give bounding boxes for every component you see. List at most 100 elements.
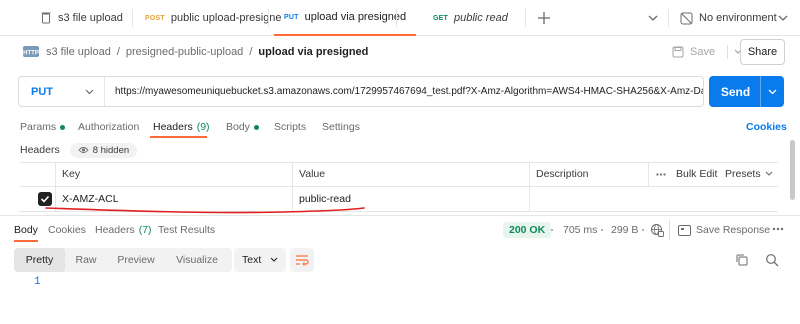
tab-label: Headers [95,224,135,236]
tab-authorization[interactable]: Authorization [78,117,139,137]
url-input[interactable]: https://myawesomeuniquebucket.s3.amazona… [105,86,703,97]
tab-divider [396,9,397,27]
breadcrumb-item[interactable]: presigned-public-upload [126,46,243,58]
search-icon[interactable] [765,253,779,267]
format-pretty[interactable]: Pretty [14,248,65,272]
send-dropdown-icon[interactable] [760,76,784,107]
breadcrumb: HTTP s3 file upload / presigned-public-u… [22,43,368,61]
file-stack-icon [40,12,52,24]
share-button[interactable]: Share [740,39,785,65]
environment-label: No environment [699,12,777,24]
save-response-icon [678,224,691,236]
tab-count: (7) [138,224,152,236]
http-request-icon: HTTP [22,45,40,59]
active-tab-indicator [150,136,207,138]
wrap-lines-icon [295,254,309,266]
response-time[interactable]: 705 ms [563,222,597,238]
meta-dot [551,220,555,240]
tab-s3-file-upload[interactable]: s3 file upload [40,0,123,36]
copy-icon[interactable] [735,253,749,267]
column-header-key: Key [62,168,81,180]
tab-put-upload-via-presigned[interactable]: PUT upload via presigned [274,0,417,36]
more-options-icon[interactable] [772,222,784,236]
chevron-down-icon [85,89,94,95]
method-select[interactable]: PUT [19,77,105,106]
save-button[interactable]: Save [672,42,742,62]
tab-label: Headers [153,121,193,133]
format-preview[interactable]: Preview [107,248,165,272]
response-size[interactable]: 299 B [611,222,638,238]
language-value: Text [242,254,262,266]
line-number: 1 [34,276,41,288]
response-tab-headers[interactable]: Headers (7) [95,222,152,238]
annotation-underline [45,207,365,214]
meta-dot [601,220,605,240]
svg-text:HTTP: HTTP [23,51,39,57]
table-divider [529,162,530,212]
tab-method: GET [433,14,448,22]
column-header-description: Description [536,168,589,180]
headers-section-header: Headers 8 hidden [20,142,138,158]
chevron-down-icon[interactable] [648,14,658,22]
breadcrumb-item[interactable]: s3 file upload [46,46,111,58]
save-response-label: Save Response [696,224,771,236]
tab-count: (9) [196,121,210,133]
meta-divider [669,220,670,240]
tab-divider [668,9,669,27]
response-tab-test-results[interactable]: Test Results [158,222,215,238]
breadcrumb-current: upload via presigned [258,46,369,58]
hidden-count: 8 hidden [92,144,130,156]
tab-divider [268,9,269,27]
tab-scripts[interactable]: Scripts [274,117,306,137]
send-button[interactable]: Send [709,76,784,107]
table-divider [20,186,778,187]
tab-params[interactable]: Params [20,117,66,137]
headers-label: Headers [20,144,60,156]
tab-label: Settings [322,121,360,133]
plus-icon[interactable] [537,11,551,25]
tab-settings[interactable]: Settings [322,117,360,137]
scrollbar[interactable] [790,140,795,200]
save-response-button[interactable]: Save Response [678,222,770,238]
tab-label: Scripts [274,121,307,133]
tab-divider [525,9,526,27]
method-value: PUT [31,85,53,98]
response-tab-cookies[interactable]: Cookies [48,222,86,238]
status-badge[interactable]: 200 OK [503,222,552,238]
breadcrumb-separator: / [116,46,120,58]
has-content-dot [253,124,259,130]
language-select[interactable]: Text [234,248,286,272]
wrap-lines-button[interactable] [290,248,314,272]
tab-body[interactable]: Body [226,117,259,137]
bulk-edit-button[interactable]: Bulk Edit [676,162,717,186]
tab-label: Params [20,121,57,133]
tab-post-public-upload[interactable]: POST public upload-presigne [145,0,282,36]
tab-divider [132,9,133,27]
response-tab-body[interactable]: Body [14,222,38,238]
tab-label: s3 file upload [58,12,123,24]
tab-label: upload via presigned [304,11,407,23]
tab-headers[interactable]: Headers (9) [153,117,210,137]
tab-label: Body [226,121,250,133]
hidden-headers-toggle[interactable]: 8 hidden [69,142,138,158]
presets-dropdown[interactable]: Presets [725,162,773,186]
format-raw[interactable]: Raw [65,248,107,272]
response-divider [0,215,800,216]
format-visualize[interactable]: Visualize [165,248,229,272]
tab-method: POST [145,14,165,22]
tab-label: Authorization [78,121,140,133]
breadcrumb-separator: / [249,46,253,58]
no-environment-icon [680,12,693,25]
cookies-link[interactable]: Cookies [746,117,787,137]
environment-chevron-icon[interactable] [778,14,788,22]
tab-get-public-read[interactable]: GET public read [433,0,508,36]
active-response-tab-indicator [14,240,38,242]
has-content-dot [60,124,66,130]
url-bar: PUT https://myawesomeuniquebucket.s3.ama… [18,76,704,107]
network-globe-icon[interactable] [650,223,664,237]
column-header-value: Value [299,168,326,180]
send-label: Send [720,84,751,99]
tab-method: PUT [284,13,299,21]
more-options-icon[interactable] [656,162,666,186]
environment-selector[interactable]: No environment [680,0,777,36]
